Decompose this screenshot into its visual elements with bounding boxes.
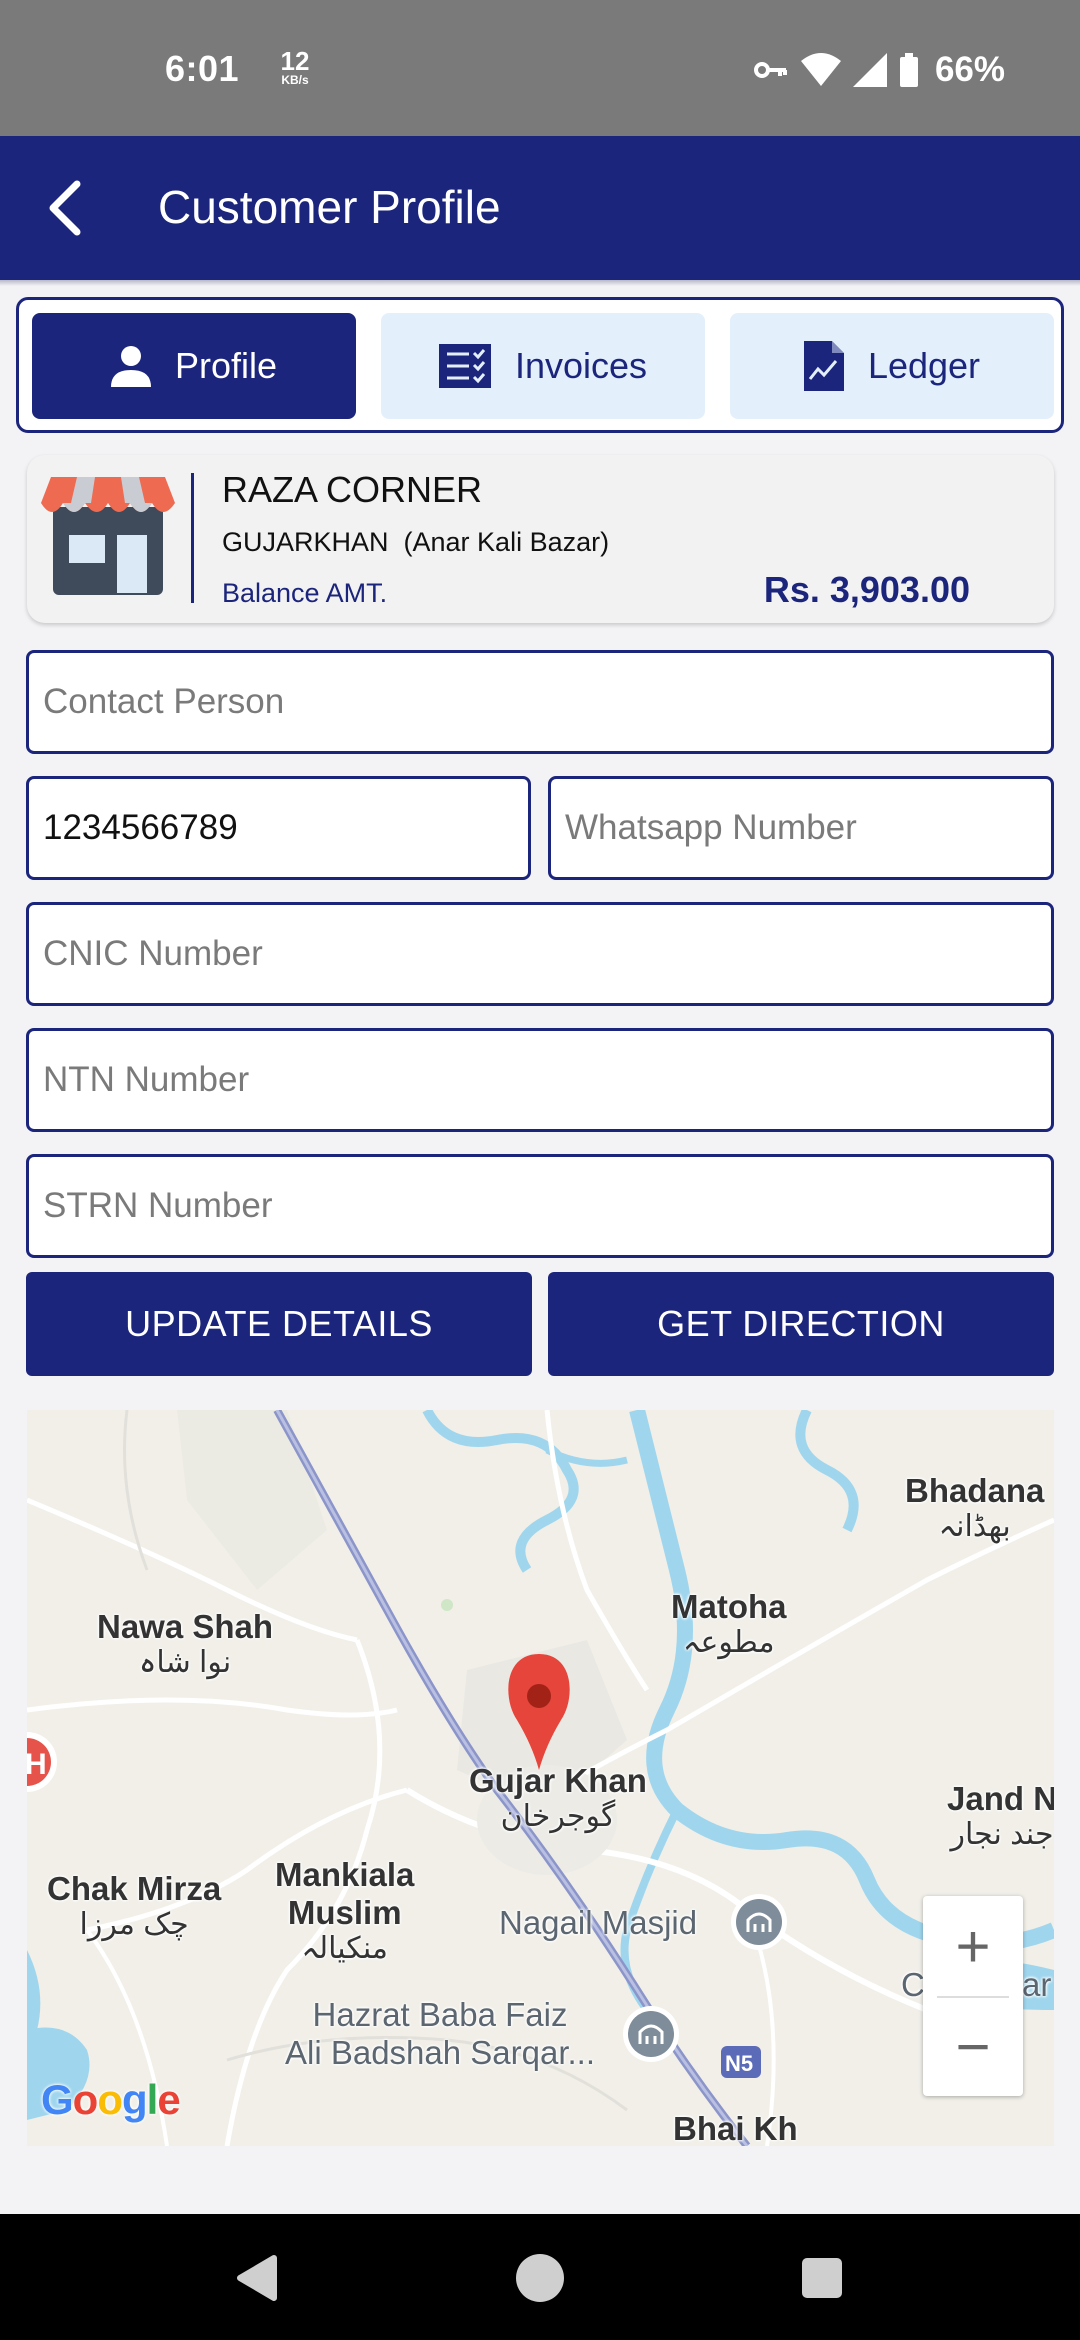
zoom-in-button[interactable]: + bbox=[923, 1896, 1023, 1996]
cnic-number-input[interactable] bbox=[26, 902, 1054, 1006]
card-divider bbox=[191, 473, 194, 603]
ntn-number-input[interactable] bbox=[26, 1028, 1054, 1132]
strn-number-input[interactable] bbox=[26, 1154, 1054, 1258]
back-button[interactable] bbox=[30, 173, 100, 243]
battery-icon bbox=[899, 53, 918, 87]
network-speed: 12 KB/s bbox=[270, 48, 320, 86]
zoom-out-button[interactable]: − bbox=[923, 1996, 1023, 2096]
tab-profile[interactable]: Profile bbox=[32, 313, 356, 419]
ledger-chart-icon bbox=[803, 341, 844, 391]
phone-number-input[interactable] bbox=[26, 776, 531, 880]
update-details-button[interactable]: UPDATE DETAILS bbox=[26, 1272, 532, 1376]
customer-card: RAZA CORNER GUJARKHAN (Anar Kali Bazar) … bbox=[27, 455, 1054, 623]
map-label-nawa-shah-en: Nawa Shah bbox=[97, 1608, 274, 1645]
nav-recents-button[interactable] bbox=[782, 2238, 862, 2318]
map-label-nagail-masjid: Nagail Masjid bbox=[499, 1904, 697, 1942]
status-time: 6:01 bbox=[165, 48, 240, 89]
customer-address: GUJARKHAN (Anar Kali Bazar) bbox=[222, 527, 610, 557]
map-label-hazrat-baba-line2: Ali Badshah Sarqar... bbox=[285, 2033, 596, 2071]
map-zoom-controls: + − bbox=[923, 1896, 1023, 2096]
map-label-gujar-khan-ur: گوجرخان bbox=[500, 1799, 616, 1833]
tab-bar: Profile Invoices Ledger bbox=[16, 297, 1064, 433]
battery-percent: 66% bbox=[934, 50, 1005, 89]
tab-ledger[interactable]: Ledger bbox=[730, 313, 1054, 419]
tab-invoices[interactable]: Invoices bbox=[381, 313, 705, 419]
map-label-nawa-shah-ur: نوا شاہ bbox=[138, 1645, 232, 1679]
page-title: Customer Profile bbox=[158, 181, 501, 233]
get-direction-button[interactable]: GET DIRECTION bbox=[548, 1272, 1054, 1376]
map-label-jand-en: Jand N bbox=[947, 1780, 1054, 1817]
wifi-icon bbox=[800, 53, 841, 86]
road-shield-n5: N5 bbox=[725, 2051, 754, 2076]
signal-icon bbox=[852, 53, 887, 87]
system-nav-bar bbox=[0, 2214, 1080, 2340]
tab-invoices-label: Invoices bbox=[514, 345, 648, 386]
recents-square-icon bbox=[802, 2258, 842, 2298]
vpn-key-icon bbox=[753, 62, 787, 78]
map-label-jand: Jand N جند نجار bbox=[947, 1780, 1054, 1852]
map-label-gujar-khan-en: Gujar Khan bbox=[469, 1762, 647, 1799]
contact-person-input[interactable] bbox=[26, 650, 1054, 754]
map-label-mankiala-en2: Muslim bbox=[287, 1893, 402, 1931]
map-label-chak-mirza-en: Chak Mirza bbox=[47, 1870, 222, 1907]
balance-amount: Rs. 3,903.00 bbox=[763, 569, 970, 610]
person-icon bbox=[110, 346, 151, 387]
map-label-matoha-en: Matoha bbox=[671, 1588, 787, 1625]
svg-text:H: H bbox=[27, 1748, 47, 1781]
whatsapp-number-input[interactable] bbox=[548, 776, 1054, 880]
google-attribution: Google bbox=[41, 2076, 181, 2123]
nav-home-button[interactable] bbox=[500, 2238, 580, 2318]
customer-name: RAZA CORNER bbox=[222, 469, 483, 510]
map-label-matoha-ur: مطوعہ bbox=[682, 1625, 775, 1659]
map-label-mankiala-en: Mankiala bbox=[275, 1856, 415, 1893]
balance-label: Balance AMT. bbox=[222, 578, 388, 608]
nav-back-button[interactable] bbox=[216, 2238, 296, 2318]
back-triangle-icon bbox=[237, 2255, 277, 2301]
map-label-chak-mirza: Chak Mirza چک مرزا bbox=[47, 1870, 221, 1942]
map-label-bhadana-en: Bhadana bbox=[905, 1472, 1045, 1509]
map-label-hazrat-baba-line1: Hazrat Baba Faiz bbox=[312, 1996, 568, 2033]
tab-ledger-label: Ledger bbox=[867, 345, 981, 386]
map-label-nawa-shah: Nawa Shah نوا شاہ bbox=[97, 1608, 273, 1680]
map-view[interactable]: H N5 Bhadana بھڈانہ Matoha مطوعہ Nawa Sh… bbox=[27, 1410, 1054, 2146]
map-label-mankiala-ur: منکیالہ bbox=[301, 1931, 388, 1965]
map-label-matoha: Matoha مطوعہ bbox=[671, 1588, 787, 1660]
map-label-mankiala: Mankiala Muslim منکیالہ bbox=[275, 1856, 414, 1966]
status-bar: 6:01 12 KB/s 66% bbox=[0, 0, 1080, 136]
map-label-bhadana-ur: بھڈانہ bbox=[938, 1509, 1011, 1543]
map-label-hazrat-baba: Hazrat Baba Faiz Ali Badshah Sarqar... bbox=[285, 1996, 595, 2072]
home-circle-icon bbox=[516, 2254, 564, 2302]
map-label-gujar-khan: Gujar Khan گوجرخان bbox=[469, 1762, 647, 1834]
map-label-nagail-masjid-text: Nagail Masjid bbox=[499, 1904, 698, 1941]
map-label-bottom-partial-text: Bhai Kh bbox=[673, 2110, 798, 2146]
tab-profile-label: Profile bbox=[174, 345, 278, 386]
shop-icon bbox=[41, 477, 175, 595]
map-label-bottom-partial: Bhai Kh bbox=[673, 2110, 798, 2146]
map-label-chak-mirza-ur: چک مرزا bbox=[79, 1907, 189, 1941]
network-speed-unit: KB/s bbox=[281, 73, 309, 87]
map-label-jand-ur: جند نجار bbox=[950, 1817, 1054, 1851]
app-bar-shadow bbox=[0, 280, 1080, 286]
map-label-bhadana: Bhadana بھڈانہ bbox=[905, 1472, 1044, 1544]
back-arrow-icon bbox=[49, 180, 81, 236]
status-icons: 66% bbox=[753, 48, 1005, 92]
network-speed-value: 12 bbox=[280, 46, 310, 76]
app-bar: Customer Profile bbox=[0, 136, 1080, 280]
invoice-list-icon bbox=[438, 344, 491, 388]
